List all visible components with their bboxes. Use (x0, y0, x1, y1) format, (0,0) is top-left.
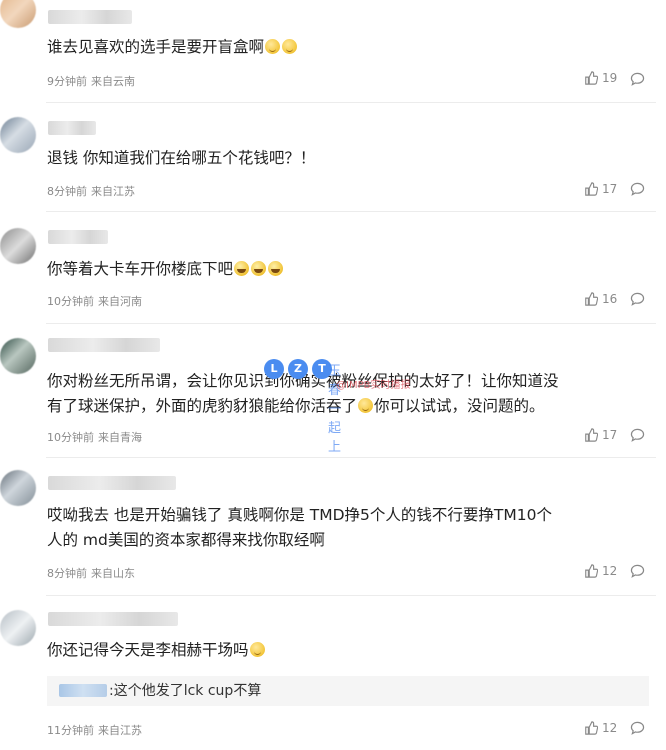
thinking-emoji-icon (249, 642, 265, 657)
comment-location: 来自江苏 (98, 724, 142, 737)
watermark-badge: L (264, 358, 284, 379)
comment-location: 来自河南 (98, 295, 142, 308)
laugh-tears-emoji-icon (268, 261, 284, 276)
comment-text: 谁去见喜欢的选手是要开盲盒啊 (47, 35, 646, 60)
comment-bubble-icon[interactable] (630, 292, 645, 306)
divider (46, 211, 656, 212)
watermark-text: 玉春一起上 (328, 364, 342, 455)
username[interactable] (48, 230, 108, 244)
comment-text: 哎呦我去 也是开始骗钱了 真贱啊你是 TMD挣5个人的钱不行要挣TM10个 人的… (47, 506, 552, 549)
like-count: 12 (602, 721, 618, 735)
comment-bubble-icon[interactable] (630, 564, 645, 578)
smile-emoji-icon (358, 398, 374, 413)
like-count: 19 (602, 71, 618, 85)
thumbs-up-icon (585, 71, 598, 85)
comment-time: 9分钟前 (47, 75, 87, 88)
comment-time: 8分钟前 (47, 185, 87, 198)
watermark-badge: Z (288, 358, 308, 379)
sub-reply-text: :这个他发了lck cup不算 (109, 683, 262, 699)
thumbs-up-icon (585, 428, 598, 442)
comment-meta: 10分钟前 来自河南 (47, 293, 142, 309)
divider (46, 102, 656, 103)
thumbs-up-icon (585, 564, 598, 578)
like-count: 17 (602, 182, 618, 196)
like-button[interactable]: 16 (584, 292, 617, 306)
thumbs-up-icon (585, 721, 598, 735)
like-count: 16 (602, 292, 618, 306)
thumbs-up-icon (585, 182, 598, 196)
sub-reply[interactable]: :这个他发了lck cup不算 (47, 676, 649, 706)
comment-meta: 8分钟前 来自江苏 (47, 183, 135, 199)
comment-meta: 10分钟前 来自青海 (47, 429, 142, 445)
username[interactable] (48, 476, 176, 490)
avatar[interactable] (0, 470, 36, 506)
thumbs-up-icon (585, 292, 598, 306)
sub-reply-username[interactable] (59, 684, 107, 697)
username[interactable] (48, 338, 160, 352)
comment-bubble-icon[interactable] (630, 72, 645, 86)
comment-meta: 9分钟前 来自云南 (47, 73, 135, 89)
avatar[interactable] (0, 228, 36, 264)
comment-text: 退钱 你知道我们在给哪五个花钱吧？！ (47, 149, 316, 167)
comment-meta: 8分钟前 来自山东 (47, 565, 135, 581)
comment-time: 10分钟前 (47, 431, 94, 444)
avatar[interactable] (0, 0, 36, 28)
comment-bubble-icon[interactable] (630, 428, 645, 442)
like-count: 12 (602, 564, 618, 578)
avatar[interactable] (0, 338, 36, 374)
like-button[interactable]: 12 (584, 564, 617, 578)
divider (46, 457, 656, 458)
like-button[interactable]: 12 (584, 721, 617, 735)
comment-location: 来自云南 (91, 75, 135, 88)
comment-location: 来自江苏 (91, 185, 135, 198)
comment-bubble-icon[interactable] (630, 182, 645, 196)
like-button[interactable]: 19 (584, 71, 617, 85)
watermark: LZT 玉春一起上 @IMPB实时播报 (264, 358, 410, 455)
comment-text: 你等着大卡车开你楼底下吧 (47, 257, 646, 282)
comment-meta: 11分钟前 来自江苏 (47, 722, 142, 738)
username[interactable] (48, 612, 178, 626)
divider (46, 595, 656, 596)
laugh-tears-emoji-icon (251, 261, 267, 276)
avatar[interactable] (0, 117, 36, 153)
comment-location: 来自山东 (91, 567, 135, 580)
comment-time: 8分钟前 (47, 567, 87, 580)
username[interactable] (48, 121, 96, 135)
username[interactable] (48, 10, 132, 24)
watermark-subtext: @IMPB实时播报 (336, 380, 411, 391)
smile-emoji-icon (265, 39, 281, 54)
divider (46, 323, 656, 324)
comment-location: 来自青海 (98, 431, 142, 444)
comment-time: 11分钟前 (47, 724, 94, 737)
comment-bubble-icon[interactable] (630, 721, 645, 735)
like-button[interactable]: 17 (584, 182, 617, 196)
like-button[interactable]: 17 (584, 428, 617, 442)
like-count: 17 (602, 428, 618, 442)
avatar[interactable] (0, 610, 36, 646)
comment-text: 你还记得今天是李相赫干场吗 (47, 638, 646, 663)
comment-time: 10分钟前 (47, 295, 94, 308)
laugh-tears-emoji-icon (234, 261, 250, 276)
smile-emoji-icon (282, 39, 298, 54)
